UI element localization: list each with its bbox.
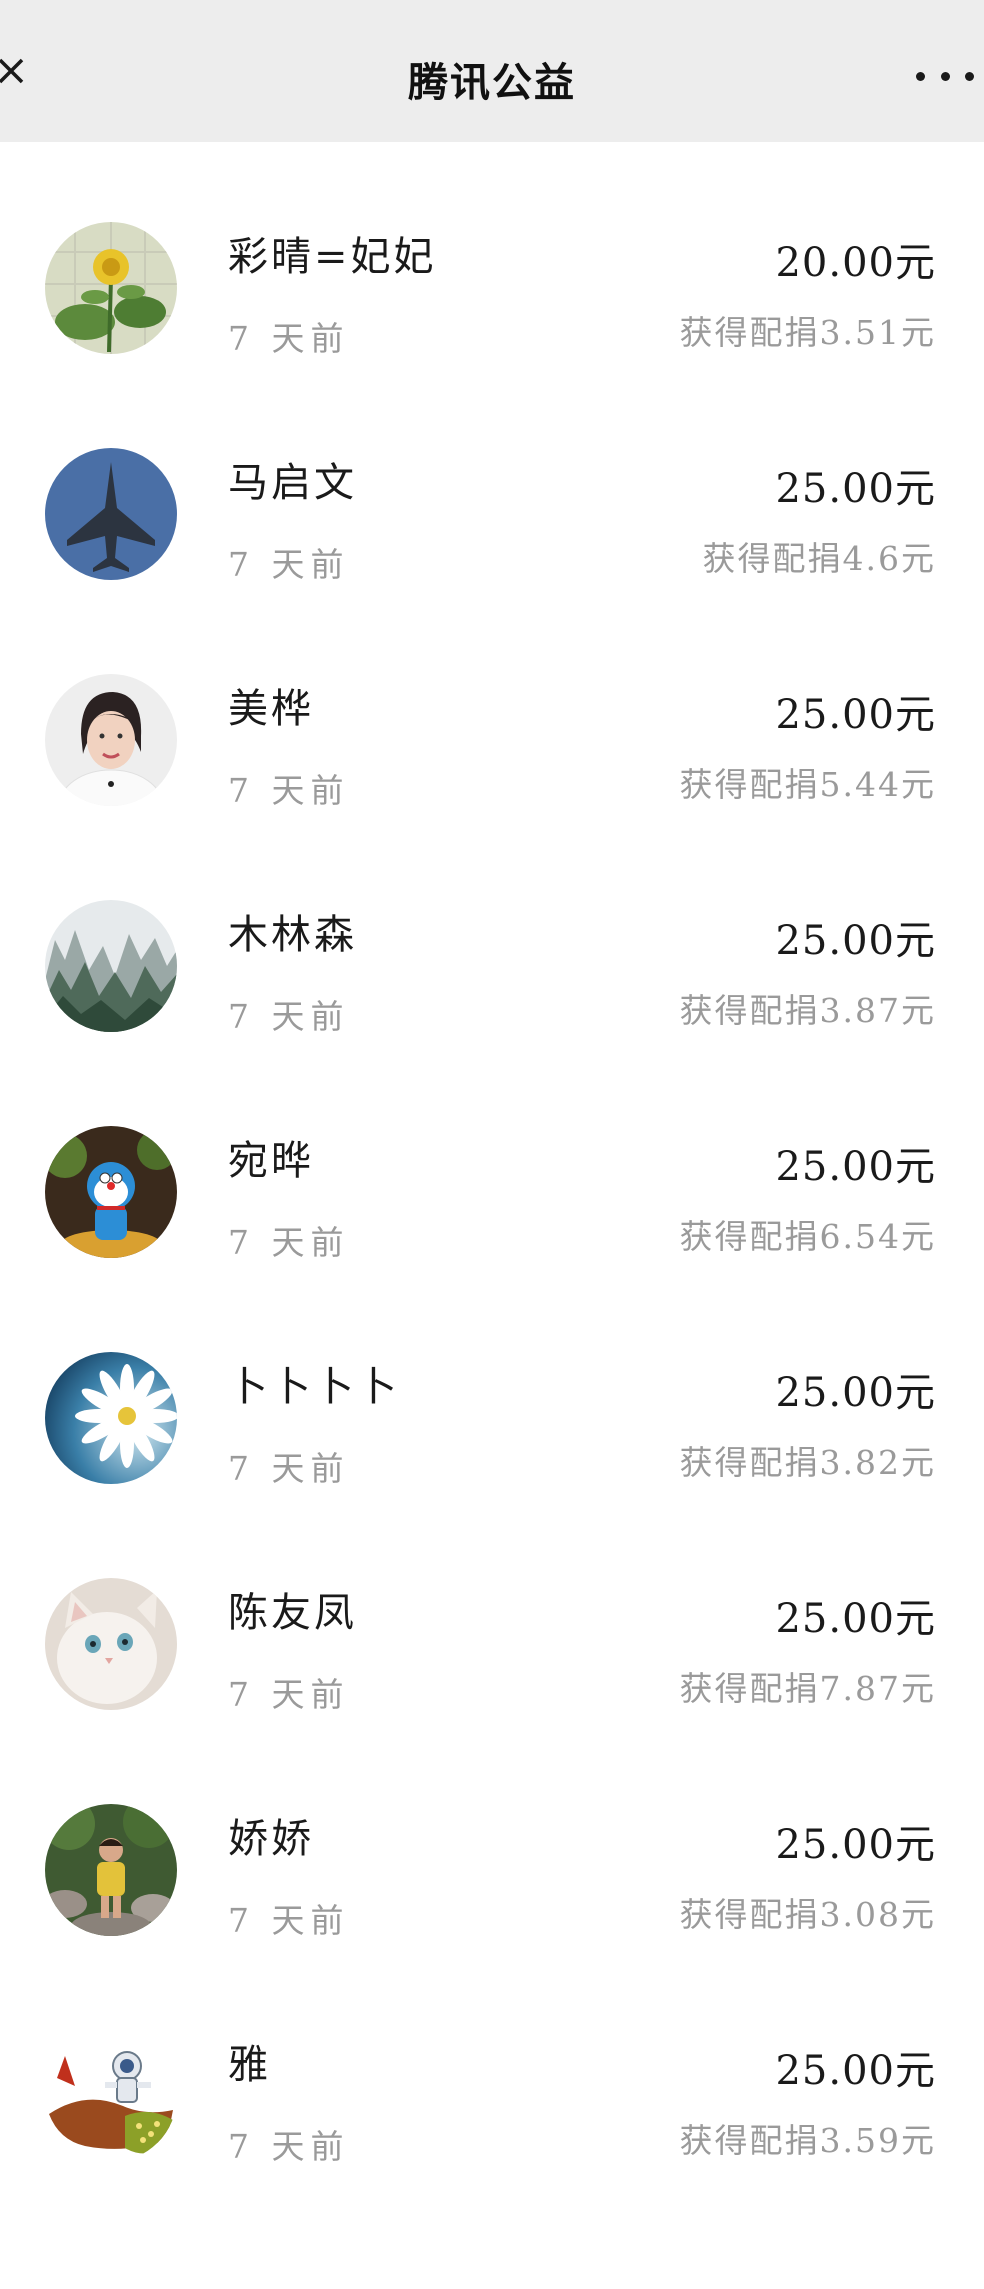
page-title: 腾讯公益 [408, 59, 576, 106]
astronaut-cartoon-avatar[interactable] [45, 2030, 177, 2162]
donor-name: 卜卜卜卜 [228, 1364, 400, 1410]
donor-name: 木林森 [228, 912, 357, 958]
donation-time: 7 天前 [228, 1223, 350, 1262]
donor-name: 彩晴=妃妃 [228, 234, 437, 280]
donation-time: 7 天前 [228, 1449, 350, 1488]
matched-donation: 获得配捐3.51元 [679, 313, 936, 352]
matched-donation: 获得配捐3.87元 [679, 991, 936, 1030]
matched-donation: 获得配捐4.6元 [702, 539, 936, 578]
donor-name: 雅 [228, 2042, 271, 2088]
donor-name: 美桦 [228, 686, 314, 732]
donation-time: 7 天前 [228, 2127, 350, 2166]
donation-row[interactable]: 彩晴=妃妃 7 天前 20.00元 获得配捐3.51元 [0, 222, 984, 448]
donation-time: 7 天前 [228, 997, 350, 1036]
donation-row[interactable]: 美桦 7 天前 25.00元 获得配捐5.44元 [0, 674, 984, 900]
donation-row[interactable]: 雅 7 天前 25.00元 获得配捐3.59元 [0, 2030, 984, 2256]
more-dots-icon[interactable] [916, 66, 974, 86]
matched-donation: 获得配捐6.54元 [679, 1217, 936, 1256]
donor-name: 马启文 [228, 460, 357, 506]
misty-mountain-avatar[interactable] [45, 900, 177, 1032]
donation-row[interactable]: 娇娇 7 天前 25.00元 获得配捐3.08元 [0, 1804, 984, 2030]
donation-row[interactable]: 马启文 7 天前 25.00元 获得配捐4.6元 [0, 448, 984, 674]
donation-row[interactable]: 卜卜卜卜 7 天前 25.00元 获得配捐3.82元 [0, 1352, 984, 1578]
child-rocks-avatar[interactable] [45, 1804, 177, 1936]
donation-time: 7 天前 [228, 1675, 350, 1714]
donation-amount: 25.00元 [775, 1822, 936, 1868]
donation-amount: 25.00元 [775, 1596, 936, 1642]
donation-time: 7 天前 [228, 545, 350, 584]
matched-donation: 获得配捐7.87元 [679, 1669, 936, 1708]
donor-name: 陈友凤 [228, 1590, 357, 1636]
donation-time: 7 天前 [228, 771, 350, 810]
donation-list: 彩晴=妃妃 7 天前 20.00元 获得配捐3.51元 马启文 7 天前 25.… [0, 222, 984, 2256]
doraemon-avatar[interactable] [45, 1126, 177, 1258]
donor-name: 宛晔 [228, 1138, 314, 1184]
fighter-jet-avatar[interactable] [45, 448, 177, 580]
donor-name: 娇娇 [228, 1816, 314, 1862]
donation-row[interactable]: 木林森 7 天前 25.00元 获得配捐3.87元 [0, 900, 984, 1126]
matched-donation: 获得配捐3.59元 [679, 2121, 936, 2160]
donation-amount: 25.00元 [775, 1370, 936, 1416]
donation-row[interactable]: 宛晔 7 天前 25.00元 获得配捐6.54元 [0, 1126, 984, 1352]
donation-row[interactable]: 陈友凤 7 天前 25.00元 获得配捐7.87元 [0, 1578, 984, 1804]
donation-amount: 25.00元 [775, 2048, 936, 2094]
donation-amount: 25.00元 [775, 918, 936, 964]
donation-amount: 20.00元 [775, 240, 936, 286]
matched-donation: 获得配捐5.44元 [679, 765, 936, 804]
donation-time: 7 天前 [228, 319, 350, 358]
top-bar: 腾讯公益 [0, 0, 984, 142]
donation-time: 7 天前 [228, 1901, 350, 1940]
matched-donation: 获得配捐3.82元 [679, 1443, 936, 1482]
donation-amount: 25.00元 [775, 1144, 936, 1190]
donation-amount: 25.00元 [775, 466, 936, 512]
woman-portrait-avatar[interactable] [45, 674, 177, 806]
yellow-flower-avatar[interactable] [45, 222, 177, 354]
white-cat-avatar[interactable] [45, 1578, 177, 1710]
daisy-avatar[interactable] [45, 1352, 177, 1484]
matched-donation: 获得配捐3.08元 [679, 1895, 936, 1934]
donation-amount: 25.00元 [775, 692, 936, 738]
